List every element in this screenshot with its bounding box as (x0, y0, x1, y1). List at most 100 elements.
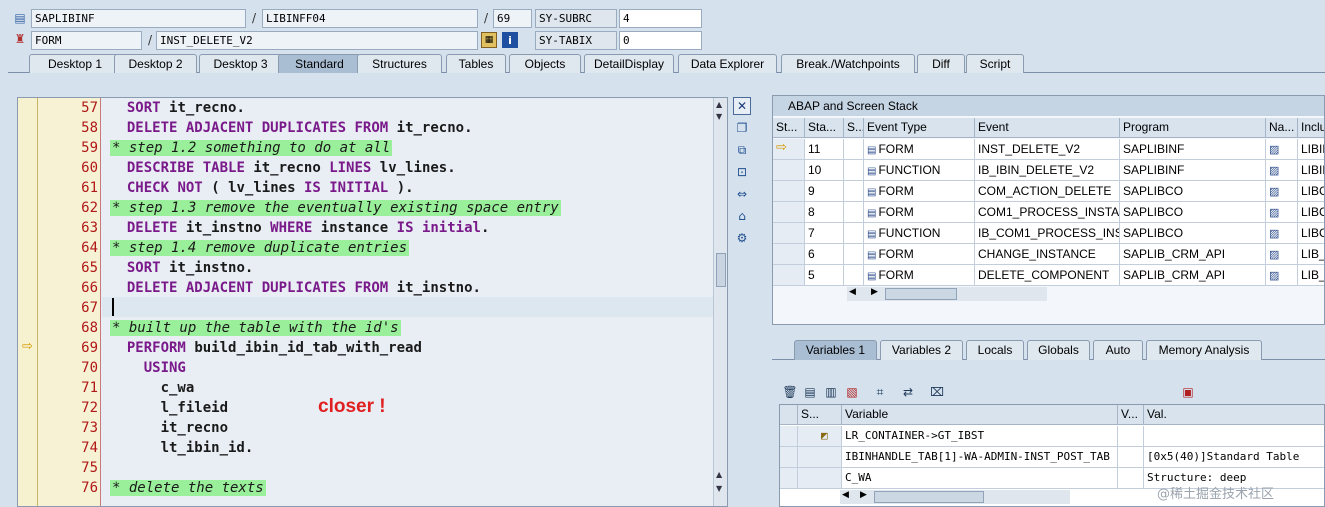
stack-cell[interactable]: ▤ FORM (864, 181, 975, 202)
vars-cell[interactable]: C_WA (842, 468, 1118, 489)
source-display-icon[interactable]: ▦ (481, 32, 497, 48)
save-icon[interactable]: ▣ (1179, 383, 1197, 401)
tab-desktop-2[interactable]: Desktop 2 (114, 54, 197, 73)
scroll-right-icon[interactable]: ▶ (871, 287, 878, 297)
stack-cell[interactable]: DELETE_COMPONENT (975, 265, 1120, 286)
stack-cell[interactable]: LIBCO (1298, 223, 1324, 244)
save-variables-icon[interactable]: ▧ (843, 383, 861, 401)
vars-cell[interactable]: IBINHANDLE_TAB[1]-WA-ADMIN-INST_POST_TAB (842, 447, 1118, 468)
scroll-down-icon[interactable]: ▼ (716, 484, 722, 493)
info-icon[interactable]: i (502, 32, 518, 48)
tab-detaildisplay[interactable]: DetailDisplay (584, 54, 674, 73)
tab-objects[interactable]: Objects (509, 54, 581, 73)
close-icon[interactable]: ✕ (733, 97, 751, 115)
stack-cell[interactable]: ▨ (1266, 223, 1298, 244)
scroll-up-icon[interactable]: ▲ (716, 100, 722, 109)
stack-column-header[interactable]: Sta... (805, 118, 844, 138)
code-line[interactable]: DESCRIBE TABLE it_recno LINES lv_lines. (110, 158, 456, 178)
stack-cell[interactable] (844, 244, 864, 265)
tab-auto[interactable]: Auto (1093, 340, 1143, 360)
stack-cell[interactable]: 10 (805, 160, 844, 181)
stack-cell[interactable]: ▨ (1266, 244, 1298, 265)
navigate-icon[interactable]: ▨ (1269, 207, 1279, 219)
code-line[interactable]: c_wa (110, 378, 195, 398)
vars-cell[interactable]: ◩ (798, 426, 842, 447)
stack-cell[interactable]: IB_IBIN_DELETE_V2 (975, 160, 1120, 181)
services-icon[interactable]: ⌂ (733, 207, 751, 225)
vars-column-header[interactable]: Val. (1144, 405, 1324, 425)
stack-cell[interactable]: COM_ACTION_DELETE (975, 181, 1120, 202)
tab-script[interactable]: Script (966, 54, 1024, 73)
stack-cell[interactable]: ▤ FUNCTION (864, 160, 975, 181)
navigate-icon[interactable]: ▨ (1269, 249, 1279, 261)
include-field[interactable]: LIBINFF04 (262, 9, 478, 28)
scroll-up-icon[interactable]: ▲ (716, 470, 722, 479)
stack-cell[interactable] (773, 223, 805, 244)
vars-column-header[interactable]: Variable (842, 405, 1118, 425)
stack-cell[interactable]: SAPLIBCO (1120, 223, 1266, 244)
stack-cell[interactable]: ▨ (1266, 202, 1298, 223)
navigate-icon[interactable]: ▨ (1269, 165, 1279, 177)
vars-column-header[interactable] (780, 405, 798, 425)
stack-horizontal-scrollbar[interactable]: ◀ ▶ (847, 287, 1047, 301)
subrc-value[interactable]: 4 (619, 9, 702, 28)
code-line[interactable]: lt_ibin_id. (110, 438, 254, 458)
stack-cell[interactable]: ▨ (1266, 181, 1298, 202)
tab-breakpoints-watchpoints[interactable]: Break./Watchpoints (781, 54, 915, 73)
vars-cell[interactable] (798, 468, 842, 489)
scroll-down-icon[interactable]: ▼ (716, 112, 722, 121)
scroll-left-icon[interactable]: ◀ (842, 490, 849, 500)
code-line[interactable]: * step 1.2 something to do at all (110, 138, 393, 158)
tab-data-explorer[interactable]: Data Explorer (678, 54, 777, 73)
delete-icon[interactable]: 🗑 (781, 383, 799, 401)
code-line[interactable]: * step 1.3 remove the eventually existin… (110, 198, 561, 218)
stack-cell[interactable]: ⇨ (773, 139, 805, 160)
code-line[interactable]: SORT it_recno. (110, 98, 245, 118)
vars-cell[interactable]: [0x5(40)]Standard Table (1144, 447, 1324, 468)
code-line[interactable]: * step 1.4 remove duplicate entries (110, 238, 410, 258)
tab-tables[interactable]: Tables (446, 54, 506, 73)
vars-horizontal-scrollbar[interactable]: ◀ ▶ (840, 490, 1070, 504)
tab-globals[interactable]: Globals (1027, 340, 1090, 360)
tab-standard[interactable]: Standard (278, 54, 361, 73)
stack-column-header[interactable]: S... (844, 118, 864, 138)
tab-memory-analysis[interactable]: Memory Analysis (1146, 340, 1262, 360)
stack-cell[interactable]: LIBCO (1298, 181, 1324, 202)
stack-cell[interactable]: 9 (805, 181, 844, 202)
hierarchy-icon[interactable]: ⌗ (871, 383, 889, 401)
stack-column-header[interactable]: Event Type (864, 118, 975, 138)
stack-cell[interactable] (844, 181, 864, 202)
stack-cell[interactable]: 6 (805, 244, 844, 265)
tab-desktop-1[interactable]: Desktop 1 (29, 54, 121, 73)
stack-column-header[interactable]: Inclu (1298, 118, 1324, 138)
paste-icon[interactable]: ▥ (822, 383, 840, 401)
stack-cell[interactable]: ▨ (1266, 265, 1298, 286)
code-line[interactable]: DELETE it_instno WHERE instance IS initi… (110, 218, 490, 238)
vars-column-header[interactable]: S... (798, 405, 842, 425)
scrollbar-thumb[interactable] (885, 288, 957, 300)
stack-cell[interactable]: SAPLIBINF (1120, 139, 1266, 160)
stack-cell[interactable]: LIBCO (1298, 202, 1324, 223)
vars-cell[interactable]: LR_CONTAINER->GT_IBST (842, 426, 1118, 447)
tab-variables-2[interactable]: Variables 2 (880, 340, 963, 360)
vars-cell[interactable] (780, 468, 798, 489)
stack-cell[interactable]: ▤ FORM (864, 265, 975, 286)
tab-locals[interactable]: Locals (966, 340, 1024, 360)
code-line[interactable]: it_recno (110, 418, 228, 438)
code-line[interactable]: CHECK NOT ( lv_lines IS INITIAL ). (110, 178, 414, 198)
stack-cell[interactable]: SAPLIB_CRM_API (1120, 244, 1266, 265)
vars-cell[interactable] (798, 447, 842, 468)
stack-cell[interactable]: ▤ FUNCTION (864, 223, 975, 244)
stack-cell[interactable] (844, 223, 864, 244)
vars-column-header[interactable]: V... (1118, 405, 1144, 425)
tabix-value[interactable]: 0 (619, 31, 702, 50)
vars-cell[interactable] (780, 447, 798, 468)
navigate-icon[interactable]: ▨ (1269, 144, 1279, 156)
vars-cell[interactable] (1118, 468, 1144, 489)
new-tool-icon[interactable]: ❐ (733, 119, 751, 137)
replace-tool-icon[interactable]: ⧉ (733, 141, 751, 159)
editor-vertical-scrollbar[interactable]: ▲ ▼ ▲ ▼ (713, 98, 727, 506)
breakpoint-gutter[interactable] (18, 98, 38, 506)
code-line[interactable]: * built up the table with the id's (110, 318, 401, 338)
stack-cell[interactable] (844, 265, 864, 286)
